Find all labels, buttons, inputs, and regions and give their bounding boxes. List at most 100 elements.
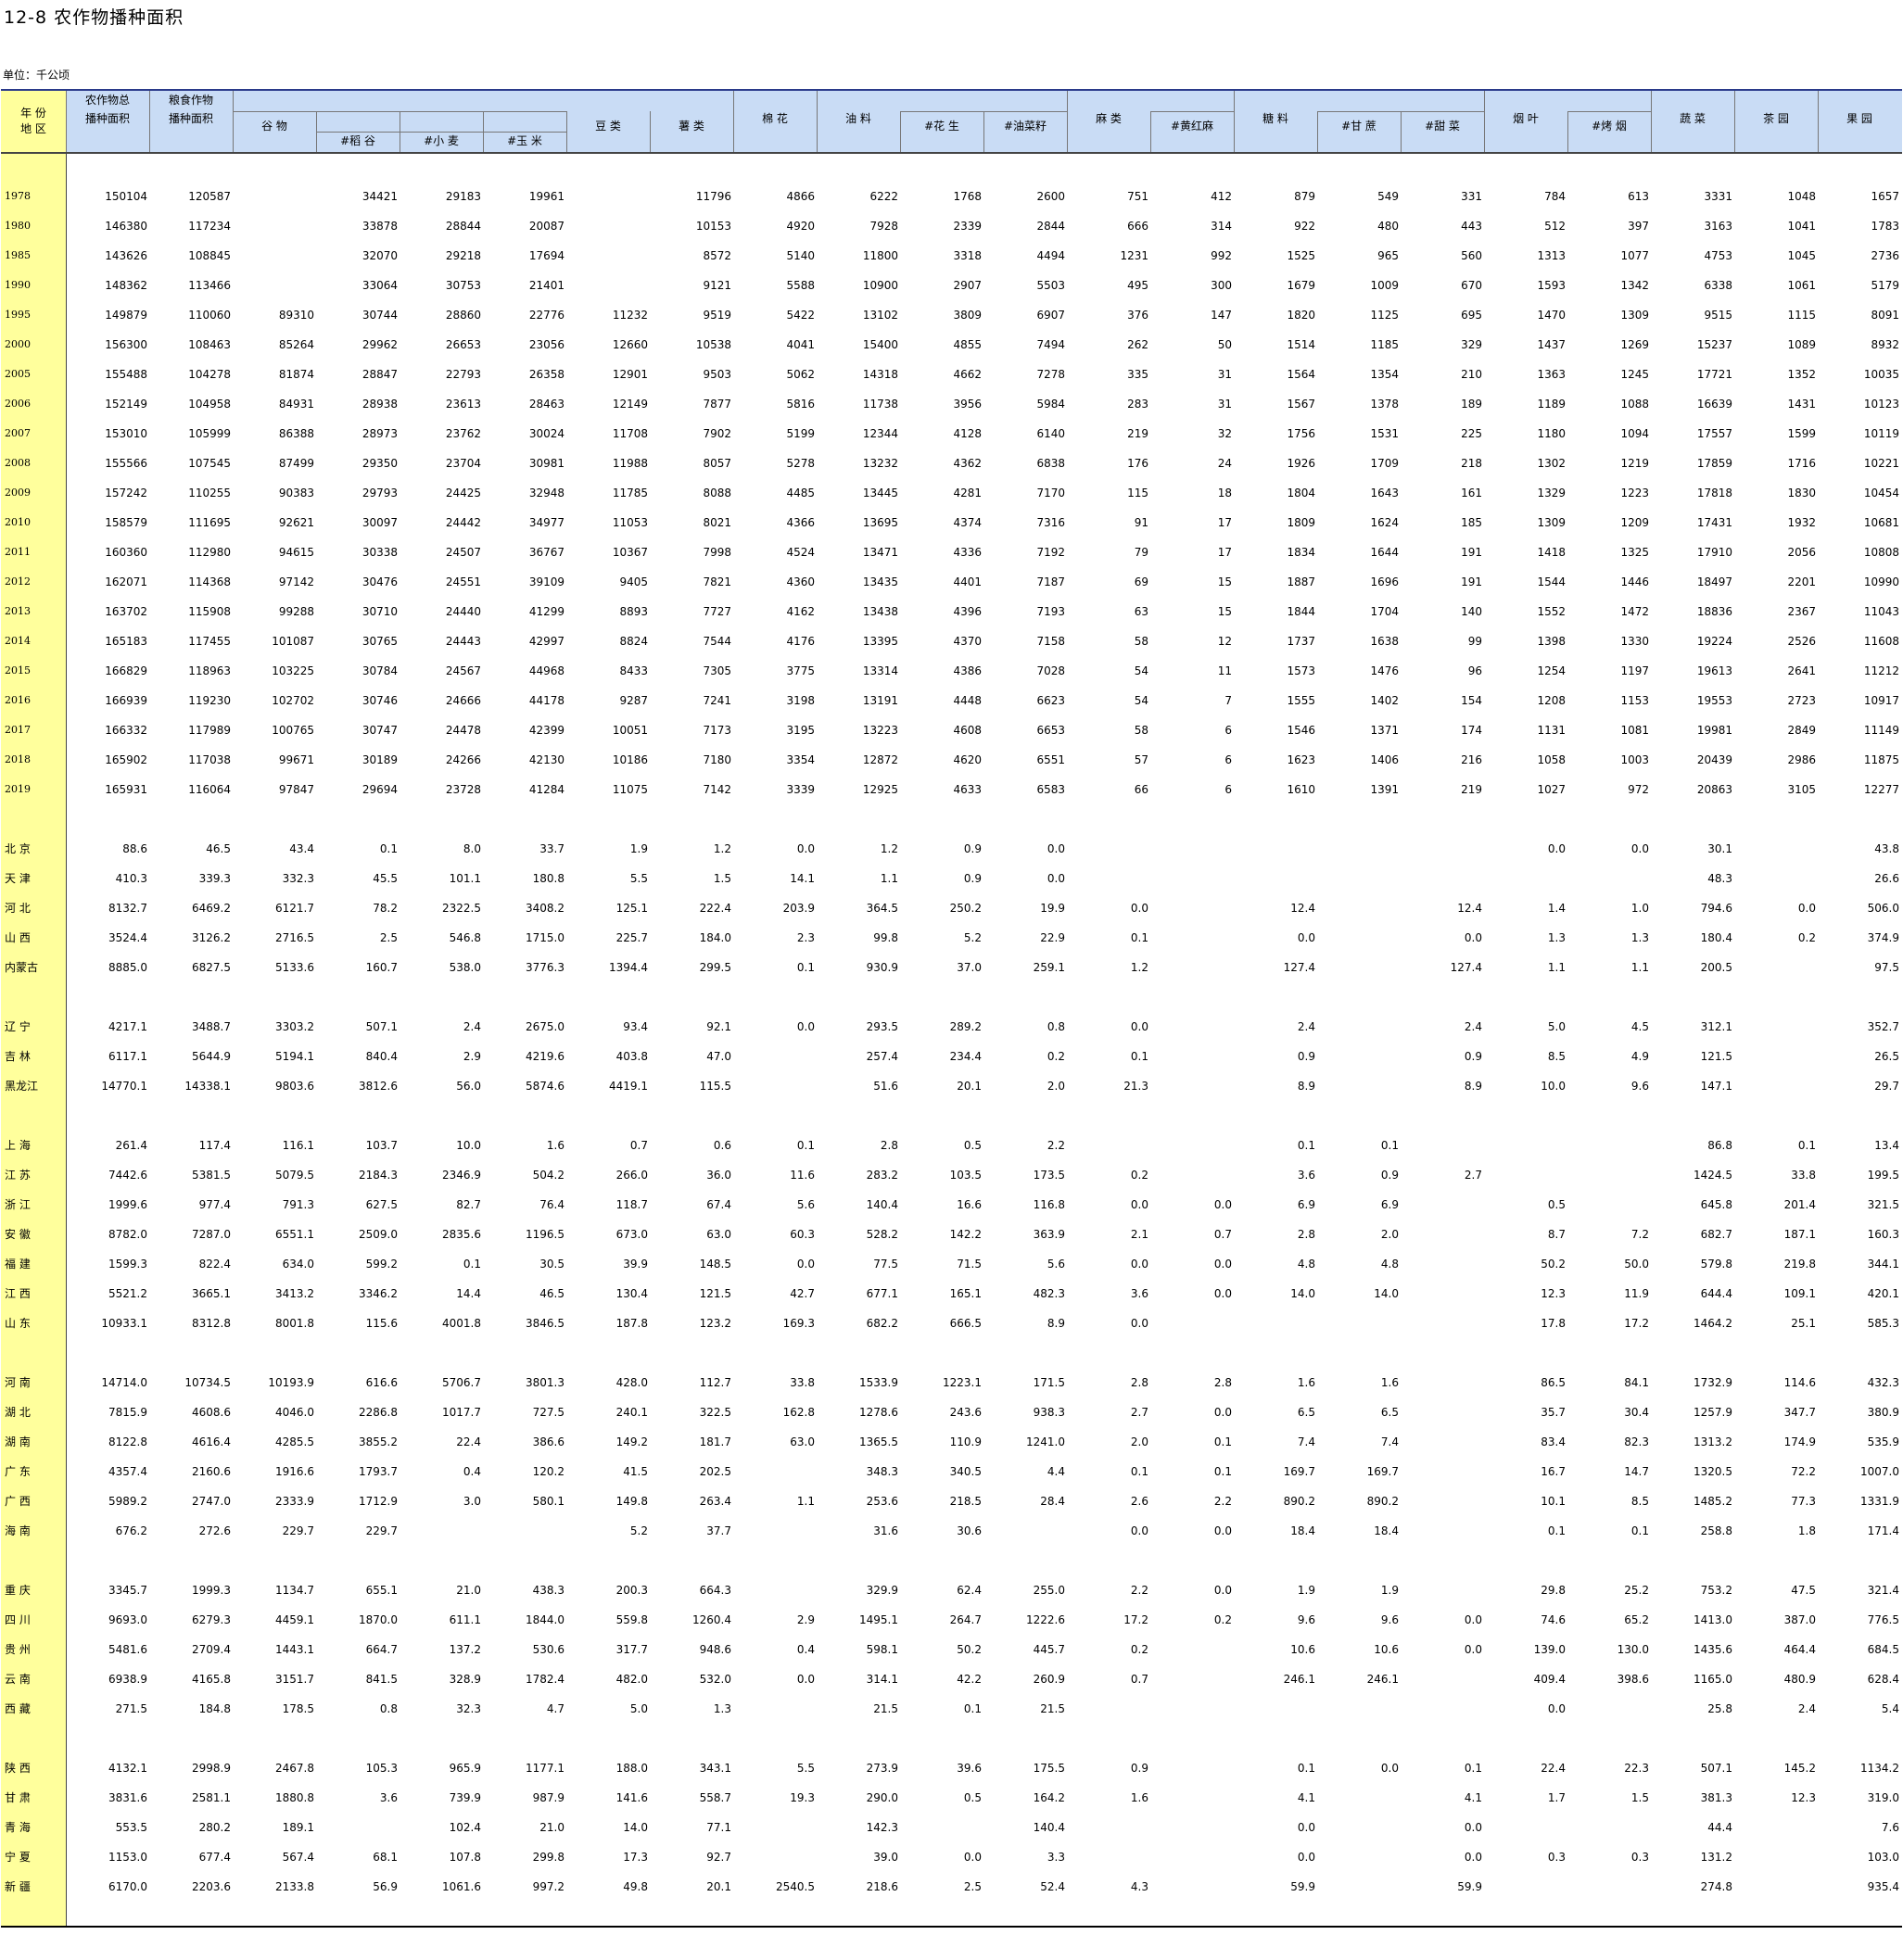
table-cell: 6121.7	[275, 902, 314, 915]
table-cell: 0.1	[1297, 1762, 1315, 1775]
table-cell: 1320.5	[1694, 1465, 1732, 1478]
table-cell: 670	[1461, 279, 1482, 292]
table-cell: 2.1	[1130, 1228, 1148, 1241]
table-cell: 9515	[1704, 309, 1732, 322]
table-cell: 727.5	[532, 1406, 565, 1419]
table-cell: 11608	[1863, 635, 1899, 648]
header-grid-line	[900, 111, 1067, 112]
table-cell: 335	[1127, 368, 1148, 381]
table-cell: 11232	[612, 309, 648, 322]
table-cell: 164.2	[1033, 1791, 1065, 1804]
table-cell: 2184.3	[359, 1169, 398, 1182]
table-cell: 22.9	[1040, 931, 1065, 944]
table-cell: 33.7	[539, 842, 565, 855]
table-row: 2019 165931 116064 97847 29694 23728 41284 1107…	[1, 775, 1902, 804]
table-row: 江 苏 7442.6 5381.5 5079.5 2184.3 2346.9 504.2 26…	[1, 1160, 1902, 1190]
table-cell: 110255	[188, 487, 231, 499]
table-cell: 1209	[1620, 516, 1649, 529]
table-cell: 11075	[612, 783, 648, 796]
table-cell: 180.8	[532, 872, 565, 885]
table-cell: 1302	[1537, 457, 1566, 470]
table-cell: 23704	[445, 457, 481, 470]
table-cell: 10.6	[1374, 1643, 1399, 1656]
table-cell: 4386	[953, 664, 982, 677]
table-cell: 105.3	[365, 1762, 398, 1775]
table-cell: 1830	[1787, 487, 1816, 499]
table-cell: 0.5	[963, 1791, 982, 1804]
table-cell: 67.4	[706, 1198, 731, 1211]
table-row: 2017 166332 117989 100765 30747 24478 42399 100…	[1, 715, 1902, 745]
table-cell: 169.3	[782, 1317, 815, 1330]
table-cell: 219	[1461, 783, 1482, 796]
table-cell: 10734.5	[184, 1376, 231, 1389]
table-cell: 1926	[1287, 457, 1315, 470]
table-cell: 5062	[786, 368, 815, 381]
table-cell: 81874	[278, 368, 314, 381]
table-cell: 673.0	[615, 1228, 648, 1241]
table-cell: 3408.2	[526, 902, 565, 915]
row-year-label: 2005	[5, 368, 31, 380]
table-cell: 24478	[445, 724, 481, 737]
table-cell: 530.6	[532, 1643, 565, 1656]
table-cell: 13435	[862, 575, 898, 588]
table-cell: 6	[1224, 783, 1232, 796]
table-cell: 0.9	[1380, 1169, 1399, 1182]
table-cell: 1.6	[1297, 1376, 1315, 1389]
table-cell: 19.9	[1040, 902, 1065, 915]
table-cell: 41284	[528, 783, 565, 796]
table-cell: 154	[1461, 694, 1482, 707]
header-flue: #烤 烟	[1592, 120, 1627, 133]
table-cell: 0.0	[1047, 872, 1065, 885]
table-cell: 5079.5	[275, 1169, 314, 1182]
table-cell: 2322.5	[442, 902, 481, 915]
table-cell: 18.4	[1374, 1524, 1399, 1537]
row-region-label: 内蒙古	[5, 961, 39, 974]
table-cell: 46.5	[206, 842, 231, 855]
table-cell: 145.2	[1783, 1762, 1816, 1775]
table-cell: 37.7	[706, 1524, 731, 1537]
table-cell: 822.4	[198, 1258, 231, 1271]
table-cell: 8824	[619, 635, 648, 648]
table-cell: 4001.8	[442, 1317, 481, 1330]
table-cell: 1196.5	[526, 1228, 565, 1241]
table-cell: 25.2	[1624, 1584, 1649, 1597]
row-region-label: 新 疆	[5, 1880, 31, 1893]
table-cell: 113466	[188, 279, 231, 292]
table-cell: 216	[1461, 753, 1482, 766]
table-cell: 147	[1211, 309, 1232, 322]
table-cell: 3345.7	[108, 1584, 147, 1597]
table-cell: 6653	[1036, 724, 1065, 737]
table-cell: 149879	[105, 309, 147, 322]
table-cell: 20.1	[706, 1880, 731, 1893]
table-cell: 2.9	[463, 1050, 481, 1063]
table-row: 福 建 1599.3 822.4 634.0 599.2 0.1 30.5 39.9 148.5…	[1, 1249, 1902, 1279]
table-cell: 1880.8	[275, 1791, 314, 1804]
table-cell: 23613	[445, 398, 481, 411]
table-cell: 0.0	[1130, 1258, 1148, 1271]
table-cell: 412	[1211, 190, 1232, 203]
table-cell: 464.4	[1783, 1643, 1816, 1656]
table-cell: 199.5	[1867, 1169, 1899, 1182]
table-cell: 5816	[786, 398, 815, 411]
table-cell: 26.6	[1874, 872, 1899, 885]
table-row: 2007 153010 105999 86388 28973 23762 30024 1170…	[1, 419, 1902, 449]
table-cell: 4494	[1036, 249, 1065, 262]
table-cell: 210	[1461, 368, 1482, 381]
table-cell: 1476	[1370, 664, 1399, 677]
table-cell: 11149	[1863, 724, 1899, 737]
table-cell: 6469.2	[192, 902, 231, 915]
table-cell: 29.7	[1874, 1080, 1899, 1093]
table-cell: 114368	[188, 575, 231, 588]
table-cell: 1165.0	[1694, 1673, 1732, 1686]
table-cell: 4162	[786, 605, 815, 618]
table-cell: 11738	[862, 398, 898, 411]
table-cell: 58	[1134, 635, 1148, 648]
table-row: 湖 北 7815.9 4608.6 4046.0 2286.8 1017.7 727.5 24…	[1, 1397, 1902, 1427]
table-cell: 11796	[695, 190, 731, 203]
table-cell: 289.2	[949, 1020, 982, 1033]
table-cell: 2333.9	[275, 1495, 314, 1508]
table-cell: 42.2	[957, 1673, 982, 1686]
table-cell: 0.0	[1130, 1317, 1148, 1330]
table-cell: 1424.5	[1694, 1169, 1732, 1182]
table-cell: 43.4	[289, 842, 314, 855]
